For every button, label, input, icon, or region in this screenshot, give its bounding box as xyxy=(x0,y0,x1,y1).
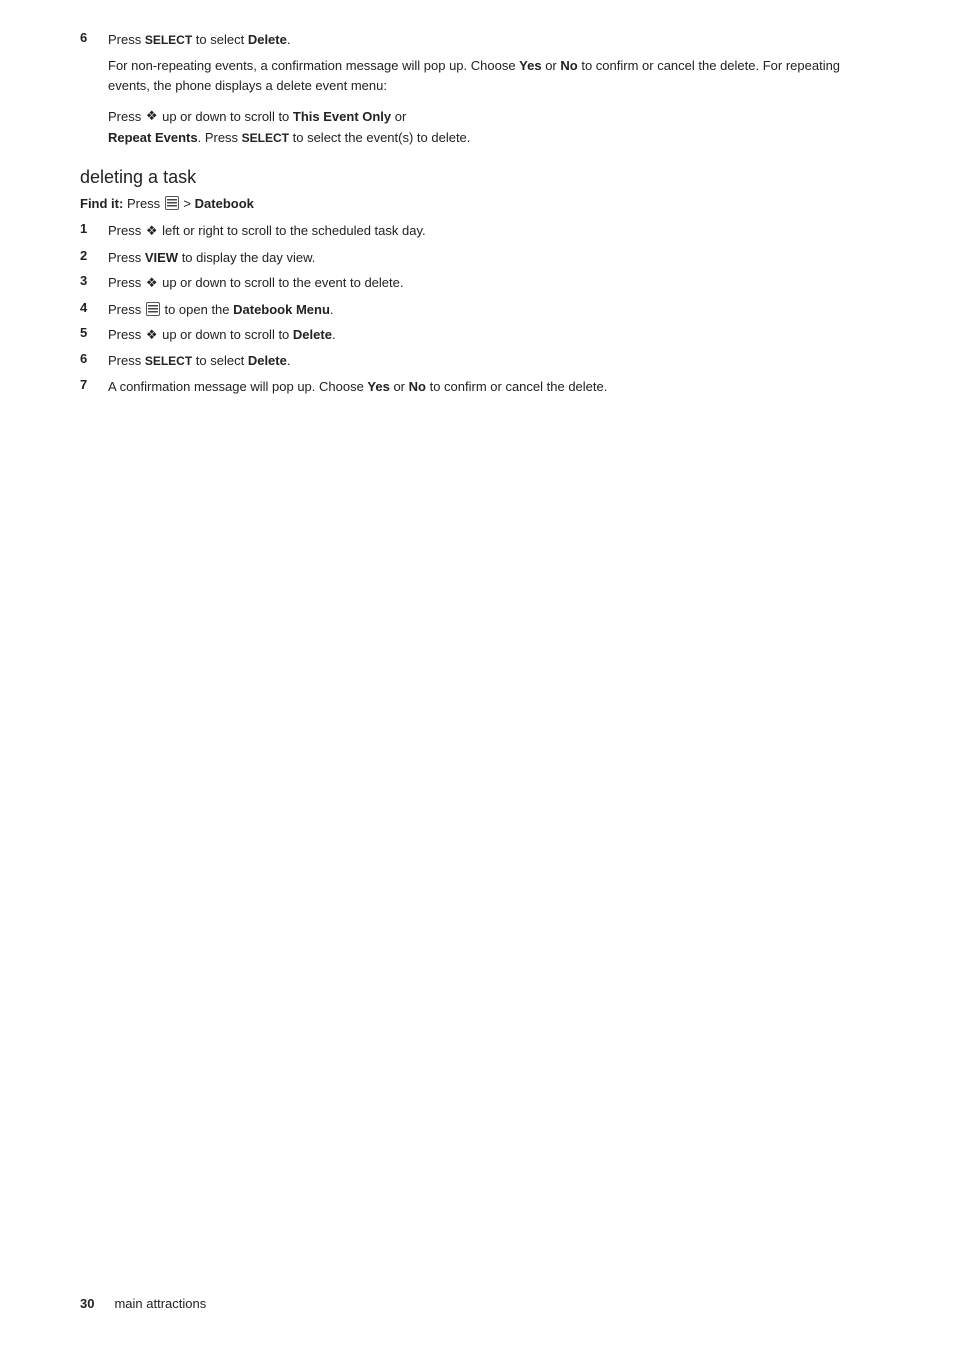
yes-label: Yes xyxy=(367,379,389,394)
delete-label-6: Delete xyxy=(248,353,287,368)
step-7-content: A confirmation message will pop up. Choo… xyxy=(108,377,874,397)
find-it: Find it: Press > Datebook xyxy=(80,196,874,212)
step-6-para2: Press ❖ up or down to scroll to This Eve… xyxy=(80,107,874,149)
find-it-datebook: Datebook xyxy=(195,196,254,211)
step-2-content: Press VIEW to display the day view. xyxy=(108,248,874,268)
compass-icon-1: ❖ xyxy=(146,221,158,241)
step-4-number: 4 xyxy=(80,300,108,315)
compass-icon-3: ❖ xyxy=(146,273,158,293)
step-2-block: 2 Press VIEW to display the day view. xyxy=(80,248,874,268)
step-7-block: 7 A confirmation message will pop up. Ch… xyxy=(80,377,874,397)
footer-label: main attractions xyxy=(114,1296,206,1311)
step-6b-number: 6 xyxy=(80,351,108,366)
menu-icon-4 xyxy=(146,302,160,316)
step-1-number: 1 xyxy=(80,221,108,236)
compass-icon: ❖ xyxy=(146,106,158,127)
step-6b-content: Press SELECT to select Delete. xyxy=(108,351,874,371)
step-6-to-select: to select xyxy=(192,32,248,47)
step-1-block: 1 Press ❖ left or right to scroll to the… xyxy=(80,221,874,241)
step-3-number: 3 xyxy=(80,273,108,288)
datebook-menu-label: Datebook Menu xyxy=(233,302,330,317)
step-6-para1: For non-repeating events, a confirmation… xyxy=(80,56,874,98)
step-6-delete: Delete xyxy=(248,32,287,47)
step-5-number: 5 xyxy=(80,325,108,340)
step-3-block: 3 Press ❖ up or down to scroll to the ev… xyxy=(80,273,874,293)
compass-icon-5: ❖ xyxy=(146,325,158,345)
section-heading: deleting a task xyxy=(80,167,874,188)
step-5-content: Press ❖ up or down to scroll to Delete. xyxy=(108,325,874,345)
delete-label-5: Delete xyxy=(293,327,332,342)
footer: 30 main attractions xyxy=(80,1296,206,1311)
no-label: No xyxy=(409,379,426,394)
step-3-content: Press ❖ up or down to scroll to the even… xyxy=(108,273,874,293)
footer-page-number: 30 xyxy=(80,1296,94,1311)
step-5-block: 5 Press ❖ up or down to scroll to Delete… xyxy=(80,325,874,345)
step-1-content: Press ❖ left or right to scroll to the s… xyxy=(108,221,874,241)
step-7-number: 7 xyxy=(80,377,108,392)
page-content: 6 Press SELECT to select Delete. For non… xyxy=(0,0,954,1351)
step-6-number: 6 xyxy=(80,30,108,45)
step-6-select: SELECT xyxy=(145,33,192,47)
step-4-block: 4 Press to open the Datebook Menu. xyxy=(80,300,874,320)
step-6b-block: 6 Press SELECT to select Delete. xyxy=(80,351,874,371)
step-6-block: 6 Press SELECT to select Delete. xyxy=(80,30,874,50)
step-6-press: Press xyxy=(108,32,145,47)
step-2-number: 2 xyxy=(80,248,108,263)
menu-icon xyxy=(165,196,179,210)
find-it-label: Find it: xyxy=(80,196,123,211)
view-key: VIEW xyxy=(145,250,178,265)
step-4-content: Press to open the Datebook Menu. xyxy=(108,300,874,320)
step-6-text: Press SELECT to select Delete. xyxy=(108,30,874,50)
select-label-6: SELECT xyxy=(145,354,192,368)
